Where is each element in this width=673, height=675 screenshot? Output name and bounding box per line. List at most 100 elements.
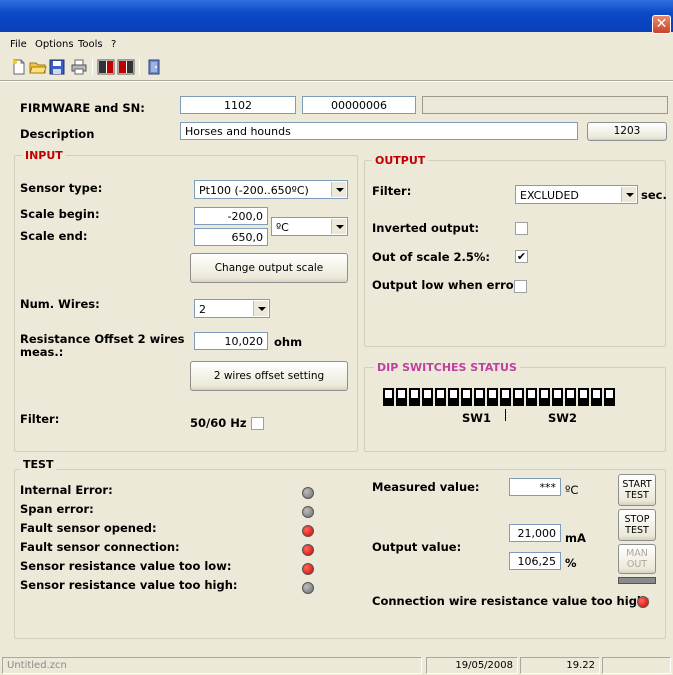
description-label: Description <box>20 127 95 141</box>
sw1-label: SW1 <box>462 411 491 425</box>
status-led <box>302 487 314 499</box>
dip-switch <box>539 388 550 406</box>
inverted-output-checkbox[interactable] <box>515 222 528 235</box>
dip-switch <box>409 388 420 406</box>
status-file: Untitled.zcn <box>2 657 422 674</box>
measured-value-unit: ºC <box>565 483 579 497</box>
scale-end-input[interactable]: 650,0 <box>194 228 268 246</box>
toolbar-separator <box>139 59 140 75</box>
print-icon[interactable] <box>70 58 88 76</box>
filter-5060-label: 50/60 Hz <box>190 416 247 430</box>
inverted-output-label: Inverted output: <box>372 221 480 235</box>
output-filter-select[interactable]: EXCLUDED <box>515 185 638 204</box>
close-button[interactable]: ✕ <box>652 15 671 34</box>
dip-switch <box>396 388 407 406</box>
chevron-down-icon[interactable] <box>331 219 346 234</box>
input-group-title: INPUT <box>22 149 66 162</box>
dip-switches-title: DIP SWITCHES STATUS <box>374 361 520 374</box>
scale-end-label: Scale end: <box>20 229 88 243</box>
description-input[interactable]: Horses and hounds <box>180 122 578 140</box>
firmware-field: 1102 <box>180 96 296 114</box>
sensor-type-label: Sensor type: <box>20 181 103 195</box>
test-error-label: Fault sensor opened: <box>20 521 157 535</box>
wire-resistance-label: Connection wire resistance value too hig… <box>372 594 650 608</box>
output-pct-unit: % <box>565 556 577 570</box>
man-out-button[interactable]: MAN OUT <box>618 544 656 574</box>
stop-test-button[interactable]: STOP TEST <box>618 509 656 541</box>
change-output-scale-button[interactable]: Change output scale <box>190 253 348 283</box>
test-error-label: Sensor resistance value too high: <box>20 578 238 592</box>
dip-switch <box>552 388 563 406</box>
man-out-indicator <box>618 577 656 584</box>
measured-value-label: Measured value: <box>372 480 480 494</box>
toolbar <box>0 56 673 78</box>
num-wires-label: Num. Wires: <box>20 297 100 311</box>
sensor-type-value: Pt100 (-200..650ºC) <box>199 184 309 197</box>
new-file-icon[interactable] <box>10 58 28 76</box>
sw2-label: SW2 <box>548 411 577 425</box>
status-extra <box>602 657 671 674</box>
output-ma-field: 21,000 <box>509 524 561 542</box>
output-ma-unit: mA <box>565 531 586 545</box>
unit-select[interactable]: ºC <box>271 217 348 236</box>
output-filter-value: EXCLUDED <box>520 189 579 202</box>
toolbar-separator <box>92 59 93 75</box>
scale-begin-input[interactable]: -200,0 <box>194 207 268 225</box>
serial-field: 00000006 <box>302 96 416 114</box>
wire-resistance-led <box>637 596 649 608</box>
start-test-button[interactable]: START TEST <box>618 474 656 506</box>
num-wires-select[interactable]: 2 <box>194 299 270 318</box>
dip-switch <box>526 388 537 406</box>
dip-switches-group <box>364 367 666 452</box>
title-bar <box>0 0 673 32</box>
chevron-down-icon[interactable] <box>253 301 268 316</box>
resistance-offset-unit: ohm <box>274 335 303 349</box>
output-low-error-label: Output low when error: <box>372 278 524 292</box>
output-low-error-checkbox[interactable] <box>514 280 527 293</box>
pc-to-device-icon[interactable] <box>97 58 115 76</box>
output-filter-label: Filter: <box>372 184 412 198</box>
status-led <box>302 525 314 537</box>
dip-switch <box>513 388 524 406</box>
firmware-label: FIRMWARE and SN: <box>20 101 145 115</box>
input-filter-label: Filter: <box>20 412 60 426</box>
menu-options[interactable]: Options <box>35 39 74 50</box>
status-led <box>302 506 314 518</box>
dip-switch <box>604 388 615 406</box>
num-wires-value: 2 <box>199 303 206 316</box>
dip-switch <box>565 388 576 406</box>
dip-switch <box>383 388 394 406</box>
menu-help[interactable]: ? <box>111 39 116 50</box>
out-of-scale-checkbox[interactable]: ✔ <box>515 250 528 263</box>
save-icon[interactable] <box>48 58 66 76</box>
description-code-button[interactable]: 1203 <box>587 122 667 141</box>
menu-bar: File Options Tools ? <box>0 36 673 54</box>
dip-switch <box>578 388 589 406</box>
status-led <box>302 582 314 594</box>
output-group-title: OUTPUT <box>372 154 429 167</box>
test-error-label: Internal Error: <box>20 483 113 497</box>
output-value-label: Output value: <box>372 540 462 554</box>
open-folder-icon[interactable] <box>29 58 47 76</box>
dip-switch <box>435 388 446 406</box>
status-time: 19.22 <box>520 657 600 674</box>
dip-switch <box>422 388 433 406</box>
firmware-extra-field <box>422 96 668 114</box>
filter-5060-checkbox[interactable] <box>251 417 264 430</box>
status-bar: Untitled.zcn 19/05/2008 19.22 <box>0 655 673 675</box>
chevron-down-icon[interactable] <box>331 182 346 197</box>
chevron-down-icon[interactable] <box>621 187 636 202</box>
menu-tools[interactable]: Tools <box>78 39 103 50</box>
menu-file[interactable]: File <box>10 39 27 50</box>
dip-switch <box>448 388 459 406</box>
status-date: 19/05/2008 <box>426 657 518 674</box>
resistance-offset-input[interactable]: 10,020 <box>194 332 268 350</box>
dip-switch <box>461 388 472 406</box>
device-to-pc-icon[interactable] <box>117 58 135 76</box>
status-led <box>302 544 314 556</box>
two-wires-offset-button[interactable]: 2 wires offset setting <box>190 361 348 391</box>
out-of-scale-label: Out of scale 2.5%: <box>372 250 491 264</box>
exit-icon[interactable] <box>145 58 163 76</box>
sensor-type-select[interactable]: Pt100 (-200..650ºC) <box>194 180 348 199</box>
dip-switch <box>487 388 498 406</box>
